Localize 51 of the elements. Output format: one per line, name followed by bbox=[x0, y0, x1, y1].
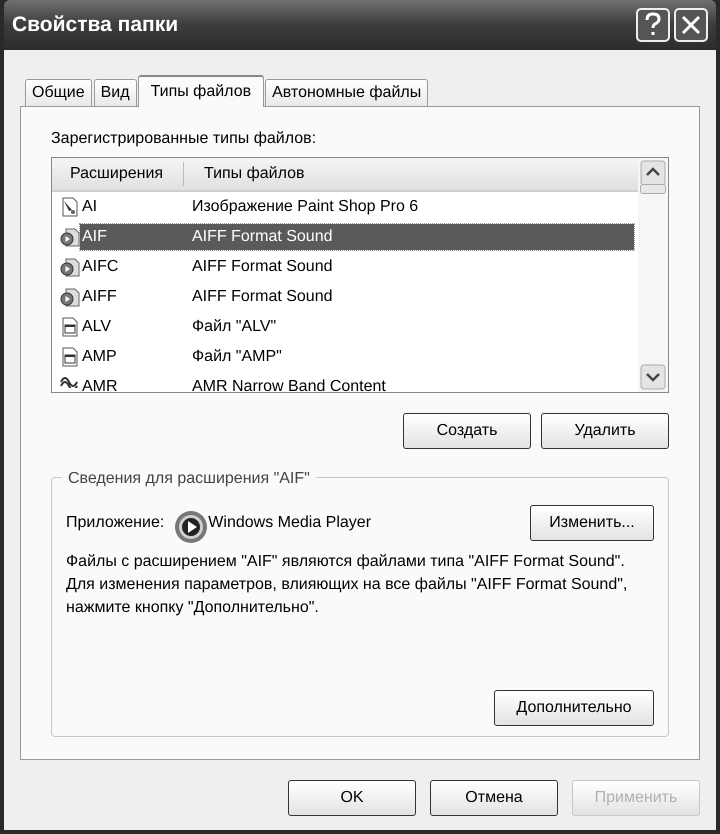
table-cell-text: Файл "ALV" bbox=[192, 317, 276, 337]
wave-file-icon bbox=[60, 376, 80, 388]
application-label: Приложение: bbox=[66, 513, 164, 533]
image-file-icon bbox=[60, 197, 80, 217]
window-file-icon bbox=[60, 317, 80, 337]
window-file-icon bbox=[60, 347, 80, 367]
close-button[interactable] bbox=[674, 8, 708, 42]
list-row[interactable]: AI Изображение Paint Shop Pro 6 bbox=[52, 192, 638, 222]
media-player-icon bbox=[174, 510, 208, 544]
scroll-thumb[interactable] bbox=[640, 184, 666, 194]
list-row[interactable]: ALV Файл "ALV" bbox=[52, 312, 638, 342]
tab[interactable]: Общие bbox=[25, 79, 92, 106]
table-cell-text: AMR Narrow Band Content bbox=[192, 377, 386, 392]
tab[interactable]: Вид bbox=[94, 79, 137, 106]
table-cell-text: AIFF Format Sound bbox=[192, 227, 332, 247]
change-button[interactable]: Изменить... bbox=[530, 505, 654, 541]
table-cell-text: Файл "AMP" bbox=[192, 347, 282, 367]
dialog-button[interactable]: Отмена bbox=[430, 780, 558, 816]
scrollbar[interactable] bbox=[638, 158, 668, 392]
table-cell-text: AMR bbox=[81, 377, 119, 392]
window-title: Свойства папки bbox=[12, 12, 180, 38]
advanced-button[interactable]: Дополнительно bbox=[494, 690, 654, 726]
table-cell-text: AMP bbox=[81, 347, 118, 367]
sound-file-icon bbox=[60, 257, 80, 277]
table-cell-text: ALV bbox=[81, 317, 112, 337]
table-cell-text: AIFC bbox=[81, 257, 120, 277]
list-button[interactable]: Удалить bbox=[541, 413, 669, 449]
tab[interactable]: Автономные файлы bbox=[265, 79, 428, 106]
table-cell-text: AI bbox=[81, 197, 98, 217]
list-label: Зарегистрированные типы файлов: bbox=[51, 129, 318, 149]
dialog-button[interactable]: OK bbox=[288, 780, 416, 816]
application-name: Windows Media Player bbox=[208, 513, 372, 533]
column-header[interactable]: Расширения bbox=[52, 162, 184, 186]
table-cell-text: Изображение Paint Shop Pro 6 bbox=[192, 197, 418, 217]
table-cell-text: AIFF Format Sound bbox=[192, 287, 332, 307]
list-row[interactable]: AIFC AIFF Format Sound bbox=[52, 252, 638, 282]
help-button[interactable] bbox=[636, 8, 670, 42]
list-row[interactable]: AMR AMR Narrow Band Content bbox=[52, 372, 638, 392]
scroll-up-icon[interactable] bbox=[640, 160, 666, 186]
sound-file-icon bbox=[60, 287, 80, 307]
table-cell-text: AIFF bbox=[81, 287, 118, 307]
list-row[interactable]: AMP Файл "AMP" bbox=[52, 342, 638, 372]
column-header[interactable]: Типы файлов bbox=[184, 162, 305, 186]
table-cell-text: AIFF Format Sound bbox=[192, 257, 332, 277]
tab[interactable]: Типы файлов bbox=[138, 75, 264, 107]
scroll-down-icon[interactable] bbox=[640, 364, 666, 390]
list-button[interactable]: Создать bbox=[403, 413, 531, 449]
list-row[interactable]: AIFF AIFF Format Sound bbox=[52, 282, 638, 312]
table-cell-text: AIF bbox=[81, 227, 108, 247]
description-text: Файлы с расширением "AIF" являются файлами типа "AIFF Format Sound". Для изменения параметров, влияющих на все файлы "AIFF Format Sound", нажмите кнопку "Дополнительно". bbox=[66, 552, 628, 618]
sound-file-icon bbox=[60, 227, 80, 247]
